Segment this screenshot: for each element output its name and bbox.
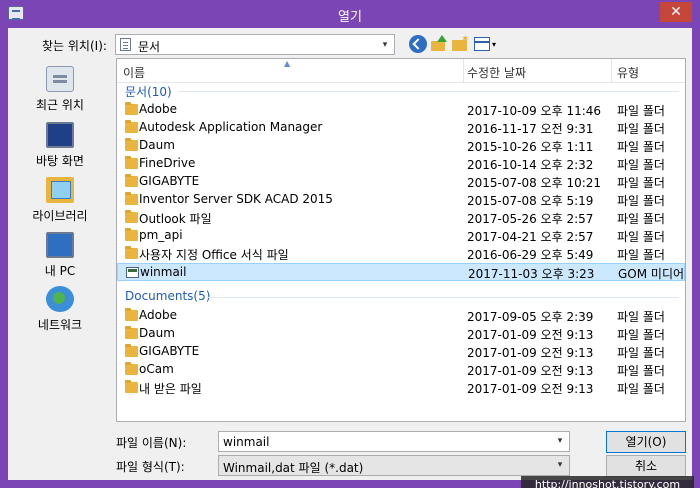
column-date[interactable]: 수정한 날짜	[467, 64, 526, 81]
filetype-label: 파일 형식(T):	[116, 460, 185, 474]
open-dialog: 열기 ✕ 찾는 위치(I): 문서 ▾ ✶ ▾ 최근 위치 바탕 화면 라이브러…	[0, 0, 700, 488]
place-desktop[interactable]: 바탕 화면	[12, 122, 108, 174]
folder-icon	[125, 156, 138, 169]
place-label: 최근 위치	[36, 98, 84, 112]
cancel-button[interactable]: 취소	[606, 455, 686, 477]
place-label: 내 PC	[44, 264, 76, 278]
folder-icon	[125, 308, 138, 321]
list-item[interactable]: Inventor Server SDK ACAD 2015 2015-07-08 …	[117, 191, 685, 209]
list-item[interactable]: Daum 2015-10-26 오후 1:11 파일 폴더	[117, 137, 685, 155]
column-divider[interactable]	[611, 59, 612, 83]
list-item[interactable]: Adobe 2017-10-09 오후 11:46 파일 폴더	[117, 101, 685, 119]
list-item[interactable]: Autodesk Application Manager 2016-11-17 오…	[117, 119, 685, 137]
look-in-value: 문서	[138, 40, 161, 54]
chevron-down-icon[interactable]: ▾	[378, 38, 392, 52]
recent-places-icon	[46, 66, 74, 92]
folder-icon	[125, 102, 138, 115]
filetype-value: Winmail,dat 파일 (*.dat)	[223, 461, 364, 475]
up-folder-icon[interactable]	[430, 35, 448, 53]
place-library[interactable]: 라이브러리	[12, 177, 108, 229]
place-pc[interactable]: 내 PC	[12, 232, 108, 284]
list-item[interactable]: oCam 2017-01-09 오전 9:13 파일 폴더	[117, 361, 685, 379]
dat-file-icon	[126, 267, 139, 278]
back-arrow-icon[interactable]	[409, 35, 427, 53]
list-item[interactable]: Daum 2017-01-09 오전 9:13 파일 폴더	[117, 325, 685, 343]
folder-icon	[125, 192, 138, 205]
places-bar: 최근 위치 바탕 화면 라이브러리 내 PC 네트워크	[12, 58, 108, 400]
list-item[interactable]: Adobe 2017-09-05 오후 2:39 파일 폴더	[117, 307, 685, 325]
folder-icon	[125, 228, 138, 241]
folder-icon	[125, 120, 138, 133]
place-label: 네트워크	[37, 318, 83, 332]
list-item[interactable]: 내 받은 파일 2017-01-09 오전 9:13 파일 폴더	[117, 379, 685, 397]
group-header-documents[interactable]: 문서(10)	[125, 83, 172, 100]
place-recent[interactable]: 최근 위치	[12, 66, 108, 118]
place-label: 바탕 화면	[36, 154, 84, 168]
network-icon	[46, 286, 74, 312]
desktop-icon	[46, 122, 74, 148]
library-icon	[46, 177, 74, 203]
look-in-combo[interactable]: 문서 ▾	[115, 34, 395, 55]
folder-icon	[125, 138, 138, 151]
folder-icon	[125, 326, 138, 339]
window-title: 열기	[338, 10, 362, 25]
group-header-documents-en[interactable]: Documents(5)	[125, 289, 210, 303]
chevron-down-icon[interactable]: ▾	[553, 458, 567, 472]
chevron-down-icon[interactable]: ▾	[553, 434, 567, 448]
list-item[interactable]: FineDrive 2016-10-14 오후 2:32 파일 폴더	[117, 155, 685, 173]
watermark-url: http://innoshot.tistory.com	[521, 476, 694, 488]
list-item[interactable]: Outlook 파일 2017-05-26 오후 2:57 파일 폴더	[117, 209, 685, 227]
documents-icon	[120, 38, 131, 51]
dialog-body: 찾는 위치(I): 문서 ▾ ✶ ▾ 최근 위치 바탕 화면 라이브러리 내 P…	[8, 28, 694, 488]
pc-icon	[46, 232, 74, 258]
list-item[interactable]: GIGABYTE 2015-07-08 오후 10:21 파일 폴더	[117, 173, 685, 191]
filename-input[interactable]: winmail ▾	[218, 431, 570, 452]
column-header: ▲ 이름 수정한 날짜 유형	[117, 59, 685, 83]
place-label: 라이브러리	[32, 209, 88, 223]
file-list[interactable]: ▲ 이름 수정한 날짜 유형 문서(10) Adobe 2017-10-09 오후…	[116, 58, 686, 422]
folder-icon	[125, 174, 138, 187]
list-item[interactable]: pm_api 2017-04-21 오후 2:57 파일 폴더	[117, 227, 685, 245]
folder-icon	[125, 344, 138, 357]
folder-icon	[125, 210, 138, 223]
group-divider	[179, 91, 679, 92]
column-divider[interactable]	[463, 59, 464, 83]
column-name[interactable]: 이름	[123, 64, 145, 81]
list-item-selected[interactable]: winmail 2017-11-03 오후 3:23 GOM 미디어	[117, 263, 685, 281]
filetype-select[interactable]: Winmail,dat 파일 (*.dat) ▾	[218, 455, 570, 476]
folder-icon	[125, 246, 138, 259]
title-bar[interactable]: 열기 ✕	[0, 0, 700, 28]
sort-ascending-icon: ▲	[284, 59, 291, 68]
list-item[interactable]: 사용자 지정 Office 서식 파일 2016-06-29 오후 5:49 파일 …	[117, 245, 685, 263]
close-button[interactable]: ✕	[660, 2, 692, 22]
filename-value: winmail	[223, 435, 270, 449]
filename-label: 파일 이름(N):	[116, 436, 187, 450]
open-button[interactable]: 열기(O)	[606, 431, 686, 453]
column-type[interactable]: 유형	[617, 64, 639, 81]
look-in-label: 찾는 위치(I):	[42, 39, 107, 53]
folder-icon	[125, 380, 138, 393]
list-item[interactable]: GIGABYTE 2017-01-09 오전 9:13 파일 폴더	[117, 343, 685, 361]
place-network[interactable]: 네트워크	[12, 286, 108, 338]
new-folder-icon[interactable]: ✶	[451, 35, 469, 53]
folder-icon	[125, 362, 138, 375]
group-divider	[207, 297, 679, 298]
view-menu-icon[interactable]: ▾	[474, 35, 500, 53]
